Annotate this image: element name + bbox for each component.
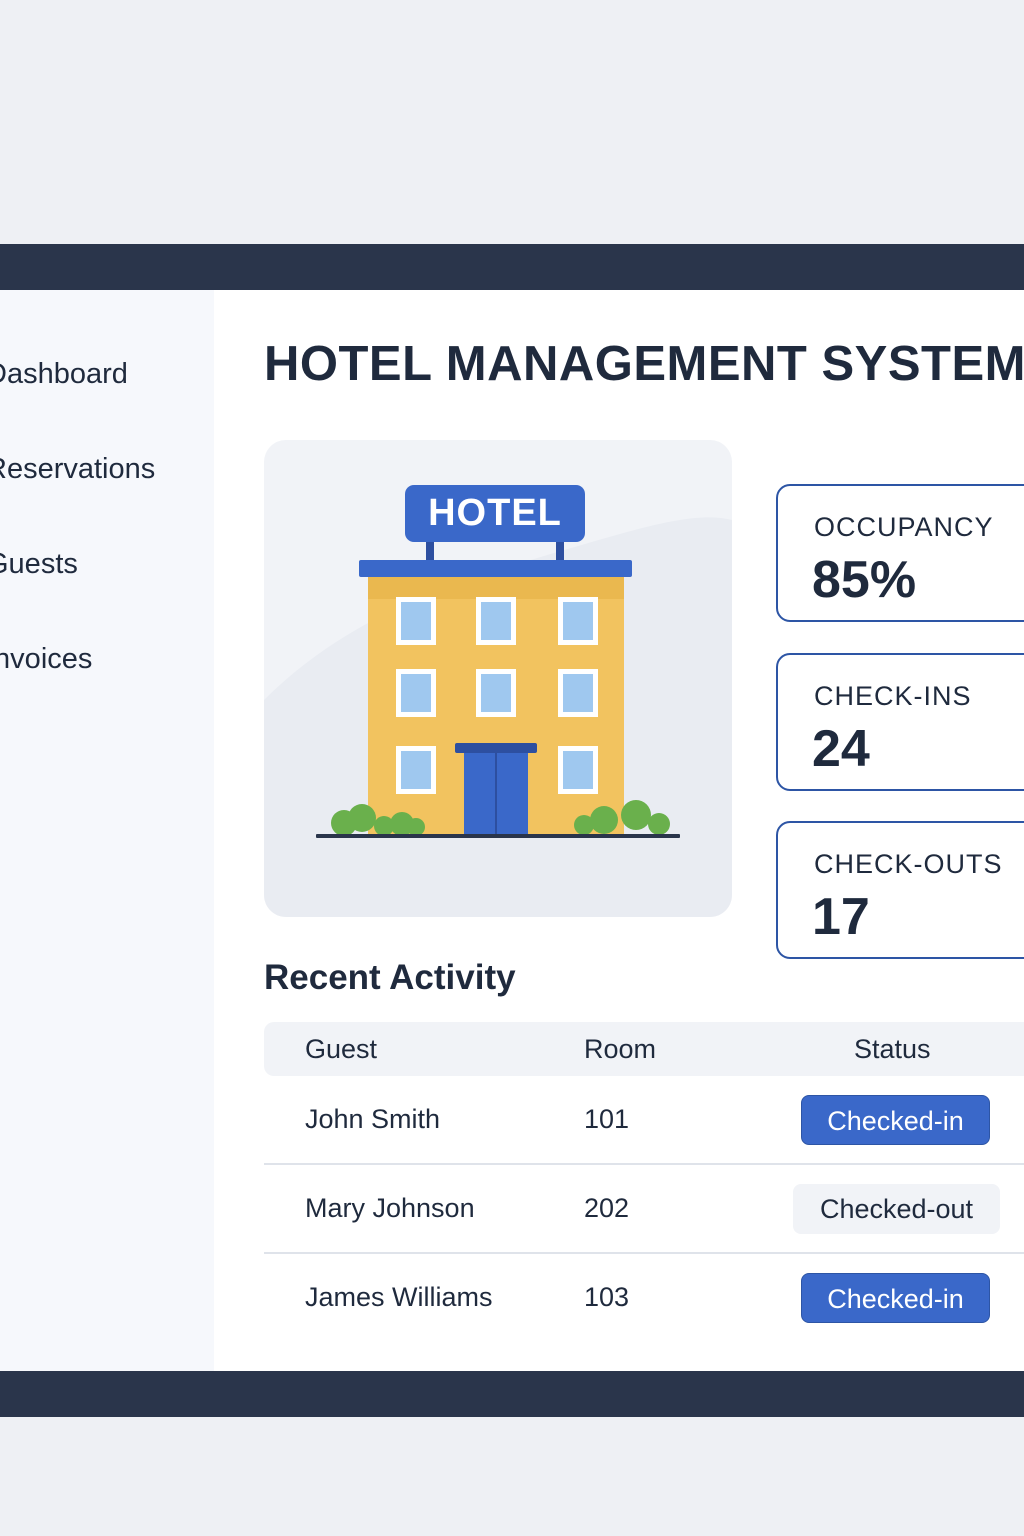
guest-name: James Williams: [305, 1282, 493, 1312]
column-header-status: Status: [854, 1034, 931, 1064]
table-header: Guest Room Status: [264, 1022, 1024, 1076]
page-title: HOTEL MANAGEMENT SYSTEM: [264, 337, 1024, 391]
check-outs-card: CHECK-OUTS 17: [776, 821, 1024, 959]
guest-name: John Smith: [305, 1104, 441, 1134]
top-bar: [0, 244, 1024, 290]
occupancy-label: OCCUPANCY: [814, 512, 994, 542]
sidebar-item-dashboard[interactable]: Dashboard: [0, 358, 128, 391]
hotel-sign-text: HOTEL: [428, 492, 562, 534]
sidebar-item-guests[interactable]: Guests: [0, 548, 78, 581]
hotel-illustration-panel: HOTEL: [264, 440, 732, 917]
room-number: 103: [584, 1282, 630, 1312]
occupancy-card: OCCUPANCY 85%: [776, 484, 1024, 622]
column-header-room: Room: [584, 1034, 657, 1064]
sidebar: Dashboard Reservations Guests Invoices: [0, 290, 214, 1371]
app-window: Dashboard Reservations Guests Invoices H…: [0, 244, 1024, 1417]
recent-activity-title: Recent Activity: [264, 958, 516, 997]
room-number: 101: [584, 1104, 630, 1134]
status-badge: Checked-in: [801, 1095, 990, 1145]
check-ins-value: 24: [812, 720, 870, 778]
check-outs-value: 17: [812, 888, 870, 946]
guest-name: Mary Johnson: [305, 1193, 475, 1223]
sidebar-item-invoices[interactable]: Invoices: [0, 643, 92, 676]
check-ins-label: CHECK-INS: [814, 681, 972, 711]
table-row[interactable]: Mary Johnson 202 Checked-out: [264, 1165, 1024, 1254]
table-row[interactable]: John Smith 101 Checked-in: [264, 1076, 1024, 1165]
activity-table: Guest Room Status John Smith 101 Checked…: [264, 1022, 1024, 1341]
check-ins-card: CHECK-INS 24: [776, 653, 1024, 791]
occupancy-value: 85%: [812, 551, 917, 609]
sidebar-item-reservations[interactable]: Reservations: [0, 453, 155, 486]
room-number: 202: [584, 1193, 630, 1223]
column-header-guest: Guest: [305, 1034, 378, 1064]
status-badge: Checked-out: [793, 1184, 1000, 1234]
check-outs-label: CHECK-OUTS: [814, 849, 1003, 879]
status-badge: Checked-in: [801, 1273, 990, 1323]
main-content: HOTEL MANAGEMENT SYSTEM HOTEL OCCUPANCY …: [214, 290, 1024, 1371]
bottom-bar: [0, 1371, 1024, 1417]
table-row[interactable]: James Williams 103 Checked-in: [264, 1254, 1024, 1341]
